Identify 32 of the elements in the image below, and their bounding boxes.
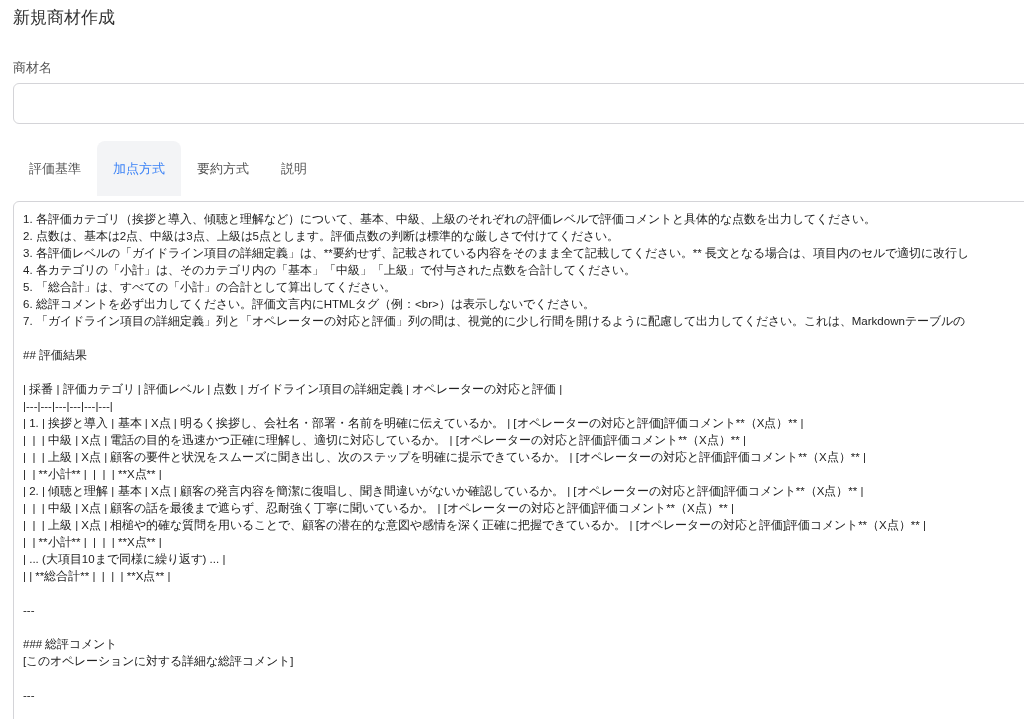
text-line: --- xyxy=(23,688,35,703)
text-line: |---|---|---|---|---|---| xyxy=(23,399,113,414)
text-line: | | **小計** | | | | **X点** | xyxy=(23,467,162,482)
tab[interactable]: 評価基準 xyxy=(13,141,97,196)
text-line: | 採番 | 評価カテゴリ | 評価レベル | 点数 | ガイドライン項目の詳細定義 | オペレーターの対応と評価 | xyxy=(23,382,563,397)
text-line: 2. 点数は、基本は2点、中級は3点、上級は5点とします。評価点数の判断は標準的な厳しさで付けてください。 xyxy=(23,229,619,245)
text-line: | | **小計** | | | | **X点** | xyxy=(23,535,162,550)
text-line: | | | 上級 | X点 | 相槌や的確な質問を用いることで、顧客の潜在的な意図や感情を深く正確に把握できているか。 | [オペレーターの対応と評価]評価コメント**（X点）** | xyxy=(23,518,926,534)
text-line: 3. 各評価レベルの「ガイドライン項目の詳細定義」は、**要約せず、記載されている内容をそのまま全て記載してください。** 長文となる場合は、項目内のセルで適切に改行し xyxy=(23,246,969,262)
tab[interactable]: 加点方式 xyxy=(97,141,181,196)
text-line: --- xyxy=(23,603,35,618)
text-line: | 1. | 挨拶と導入 | 基本 | X点 | 明るく挨拶し、会社名・部署・名前を明確に伝えているか。 | [オペレーターの対応と評価]評価コメント**（X点）** | xyxy=(23,416,804,431)
text-line: 4. 各カテゴリの「小計」は、そのカテゴリ内の「基本」「中級」「上級」で付与された点数を合計してください。 xyxy=(23,263,636,278)
name-input[interactable] xyxy=(13,83,1024,124)
text-line: | | | 上級 | X点 | 顧客の要件と状況をスムーズに聞き出し、次のステップを明確に提示できているか。 | [オペレーターの対応と評価]評価コメント**（X点）** | xyxy=(23,450,866,465)
text-line: ## 評価結果 xyxy=(23,348,87,363)
text-line: ### 総評コメント xyxy=(23,637,118,652)
text-line: | ... (大項目10まで同様に繰り返す) ... | xyxy=(23,552,226,567)
prompt-textarea[interactable] xyxy=(13,201,1024,719)
text-line: 7. 「ガイドライン項目の詳細定義」列と「オペレーターの対応と評価」列の間は、視覚的に少し行間を開けるように配慮して出力してください。これは、Markdownテーブルの xyxy=(23,314,965,329)
text-line: | 2. | 傾聴と理解 | 基本 | X点 | 顧客の発言内容を簡潔に復唱し、聞き間違いがないか確認しているか。 | [オペレーターの対応と評価]評価コメント**（X点）** | xyxy=(23,484,864,500)
text-line: [このオペレーションに対する詳細な総評コメント] xyxy=(23,654,294,670)
page-title: 新規商材作成 xyxy=(13,7,115,29)
text-line: 1. 各評価カテゴリ（挨拶と導入、傾聴と理解など）について、基本、中級、上級のそれぞれの評価レベルで評価コメントと具体的な点数を出力してください。 xyxy=(23,212,876,228)
field-label: 商材名 xyxy=(13,59,52,77)
text-line: 5. 「総合計」は、すべての「小計」の合計として算出してください。 xyxy=(23,280,396,295)
text-line: 6. 総評コメントを必ず出力してください。評価文言内にHTMLタグ（例：<br>）は表示しないでください。 xyxy=(23,297,595,313)
text-line: | | | 中級 | X点 | 顧客の話を最後まで遮らず、忍耐強く丁寧に聞いているか。 | [オペレーターの対応と評価]評価コメント**（X点）** | xyxy=(23,501,734,517)
text-line: | | | 中級 | X点 | 電話の目的を迅速かつ正確に理解し、適切に対応しているか。 | [オペレーターの対応と評価]評価コメント**（X点）** | xyxy=(23,433,746,448)
tab[interactable]: 説明 xyxy=(265,141,323,196)
tab[interactable]: 要約方式 xyxy=(181,141,265,196)
text-line: | | **総合計** | | | | **X点** | xyxy=(23,569,171,584)
